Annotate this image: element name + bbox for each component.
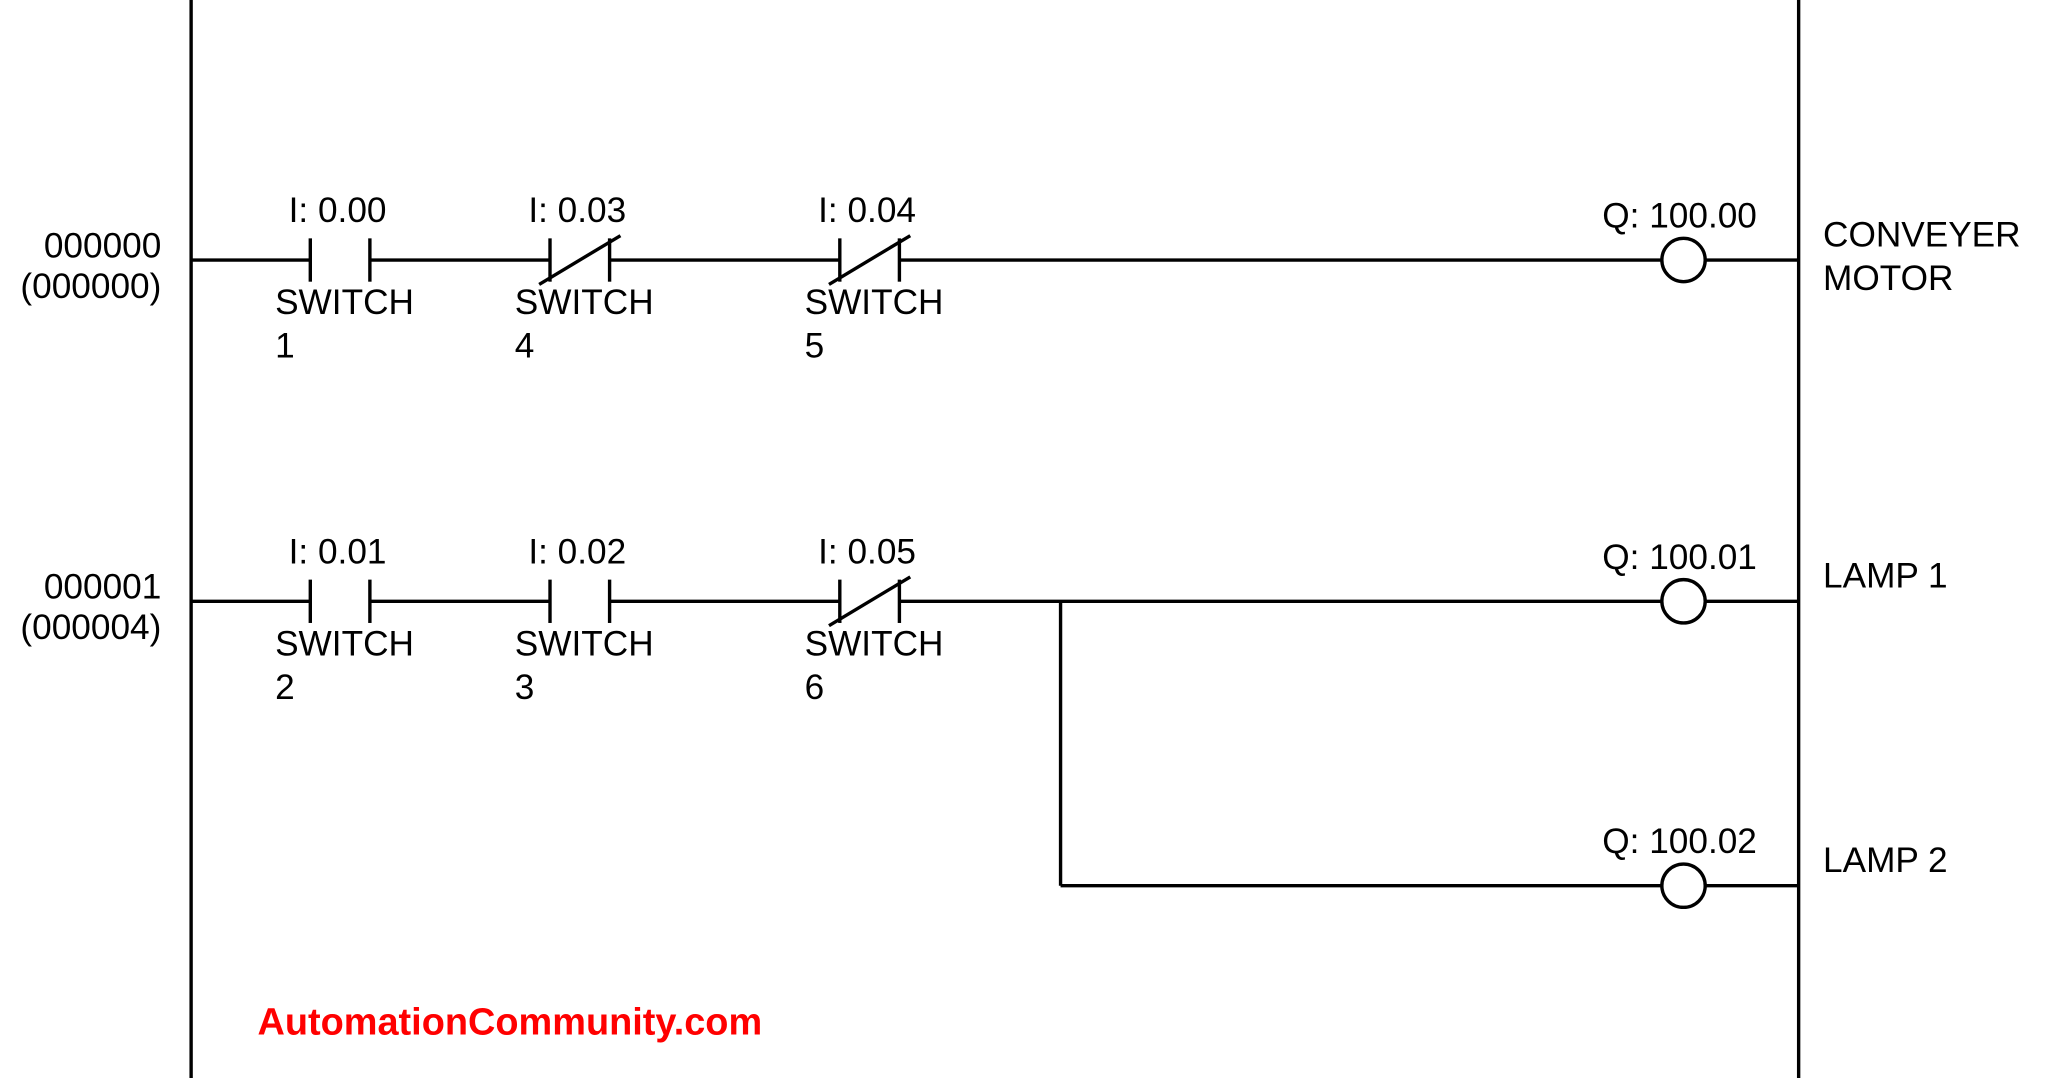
coil-address: Q: 100.01: [1602, 538, 1757, 577]
contact-label: SWITCH: [275, 283, 414, 322]
coil-address: Q: 100.00: [1602, 197, 1757, 236]
contact-label: 3: [515, 668, 535, 707]
contact-label: 6: [805, 668, 825, 707]
coil-description: LAMP 2: [1823, 841, 1948, 880]
contact-label: 5: [805, 327, 825, 366]
coil-address: Q: 100.02: [1602, 822, 1757, 861]
watermark-text: AutomationCommunity.com: [257, 1002, 762, 1044]
output-coil: [1662, 864, 1705, 907]
output-coil: [1662, 580, 1705, 623]
rung-number: 000000: [44, 226, 161, 265]
coil-description: LAMP 1: [1823, 557, 1948, 596]
contact-label: 2: [275, 668, 295, 707]
coil-description: MOTOR: [1823, 259, 1953, 298]
contact-address: I: 0.05: [818, 532, 916, 571]
contact-label: SWITCH: [805, 624, 944, 663]
contact-label: SWITCH: [515, 283, 654, 322]
rung-number: 000001: [44, 568, 161, 607]
ladder-diagram: 000000(000000) I: 0.00 SWITCH 1 I: 0.03 SWITC…: [0, 0, 2048, 1078]
rung-subnumber: (000004): [20, 608, 161, 647]
coil-description: CONVEYER: [1823, 215, 2021, 254]
contact-label: 1: [275, 327, 295, 366]
contact-address: I: 0.02: [528, 532, 626, 571]
contact-label: SWITCH: [275, 624, 414, 663]
rung-subnumber: (000000): [20, 267, 161, 306]
contact-label: 4: [515, 327, 535, 366]
contact-label: SWITCH: [515, 624, 654, 663]
contact-address: I: 0.01: [289, 532, 387, 571]
contact-address: I: 0.03: [528, 191, 626, 230]
contact-address: I: 0.04: [818, 191, 916, 230]
contact-label: SWITCH: [805, 283, 944, 322]
contact-address: I: 0.00: [289, 191, 387, 230]
output-coil: [1662, 238, 1705, 281]
